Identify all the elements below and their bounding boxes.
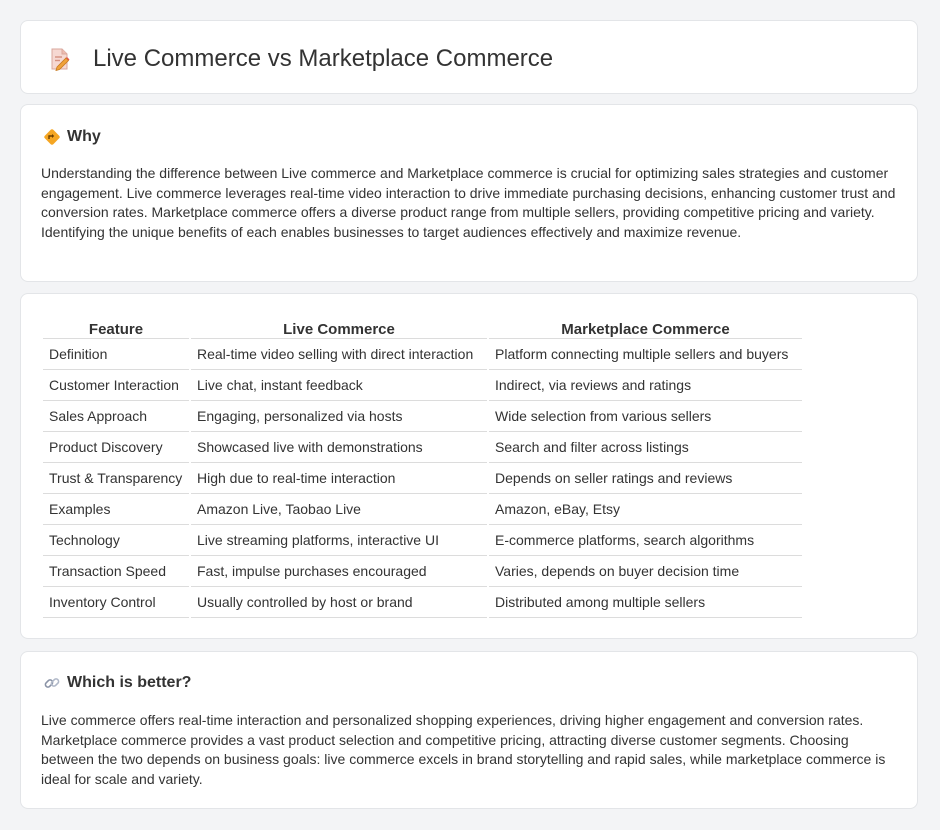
table-row: Examples Amazon Live, Taobao Live Amazon… <box>43 494 802 525</box>
page-title: Live Commerce vs Marketplace Commerce <box>93 45 554 72</box>
live-commerce-cell: Real-time video selling with direct inte… <box>191 339 487 370</box>
live-commerce-cell: Live streaming platforms, interactive UI <box>191 525 487 556</box>
live-commerce-cell: Fast, impulse purchases encouraged <box>191 556 487 587</box>
feature-cell: Product Discovery <box>43 432 189 463</box>
feature-cell: Transaction Speed <box>43 556 189 587</box>
table-row: Inventory Control Usually controlled by … <box>43 587 802 618</box>
why-heading: Why <box>67 128 101 145</box>
marketplace-commerce-cell: Amazon, eBay, Etsy <box>489 494 802 525</box>
table-row: Definition Real-time video selling with … <box>43 339 802 370</box>
column-header-live-commerce: Live Commerce <box>191 314 487 339</box>
link-icon <box>44 678 60 688</box>
feature-cell: Customer Interaction <box>43 370 189 401</box>
column-header-feature: Feature <box>43 314 189 339</box>
diamond-direction-icon <box>44 129 60 145</box>
feature-cell: Sales Approach <box>43 401 189 432</box>
comparison-table: Feature Live Commerce Marketplace Commer… <box>41 314 804 618</box>
live-commerce-cell: Live chat, instant feedback <box>191 370 487 401</box>
table-row: Trust & Transparency High due to real-ti… <box>43 463 802 494</box>
marketplace-commerce-cell: Distributed among multiple sellers <box>489 587 802 618</box>
live-commerce-cell: High due to real-time interaction <box>191 463 487 494</box>
feature-cell: Technology <box>43 525 189 556</box>
title-card: Live Commerce vs Marketplace Commerce <box>20 20 918 94</box>
marketplace-commerce-cell: Varies, depends on buyer decision time <box>489 556 802 587</box>
document-edit-icon <box>51 48 70 71</box>
table-header-row: Feature Live Commerce Marketplace Commer… <box>43 314 802 339</box>
which-is-better-heading: Which is better? <box>67 674 192 691</box>
why-paragraph: Understanding the difference between Liv… <box>41 165 896 240</box>
marketplace-commerce-cell: E-commerce platforms, search algorithms <box>489 525 802 556</box>
column-header-marketplace-commerce: Marketplace Commerce <box>489 314 802 339</box>
marketplace-commerce-cell: Wide selection from various sellers <box>489 401 802 432</box>
feature-cell: Inventory Control <box>43 587 189 618</box>
feature-cell: Trust & Transparency <box>43 463 189 494</box>
table-row: Customer Interaction Live chat, instant … <box>43 370 802 401</box>
feature-cell: Examples <box>43 494 189 525</box>
live-commerce-cell: Usually controlled by host or brand <box>191 587 487 618</box>
marketplace-commerce-cell: Platform connecting multiple sellers and… <box>489 339 802 370</box>
table-row: Transaction Speed Fast, impulse purchase… <box>43 556 802 587</box>
table-row: Sales Approach Engaging, personalized vi… <box>43 401 802 432</box>
live-commerce-cell: Showcased live with demonstrations <box>191 432 487 463</box>
live-commerce-cell: Engaging, personalized via hosts <box>191 401 487 432</box>
which-is-better-section: Which is better? Live commerce offers re… <box>20 651 918 809</box>
marketplace-commerce-cell: Depends on seller ratings and reviews <box>489 463 802 494</box>
which-is-better-paragraph: Live commerce offers real-time interacti… <box>41 712 886 787</box>
table-row: Product Discovery Showcased live with de… <box>43 432 802 463</box>
marketplace-commerce-cell: Search and filter across listings <box>489 432 802 463</box>
comparison-section: Feature Live Commerce Marketplace Commer… <box>20 293 918 639</box>
table-row: Technology Live streaming platforms, int… <box>43 525 802 556</box>
live-commerce-cell: Amazon Live, Taobao Live <box>191 494 487 525</box>
why-section: Why Understanding the difference between… <box>20 104 918 282</box>
marketplace-commerce-cell: Indirect, via reviews and ratings <box>489 370 802 401</box>
feature-cell: Definition <box>43 339 189 370</box>
